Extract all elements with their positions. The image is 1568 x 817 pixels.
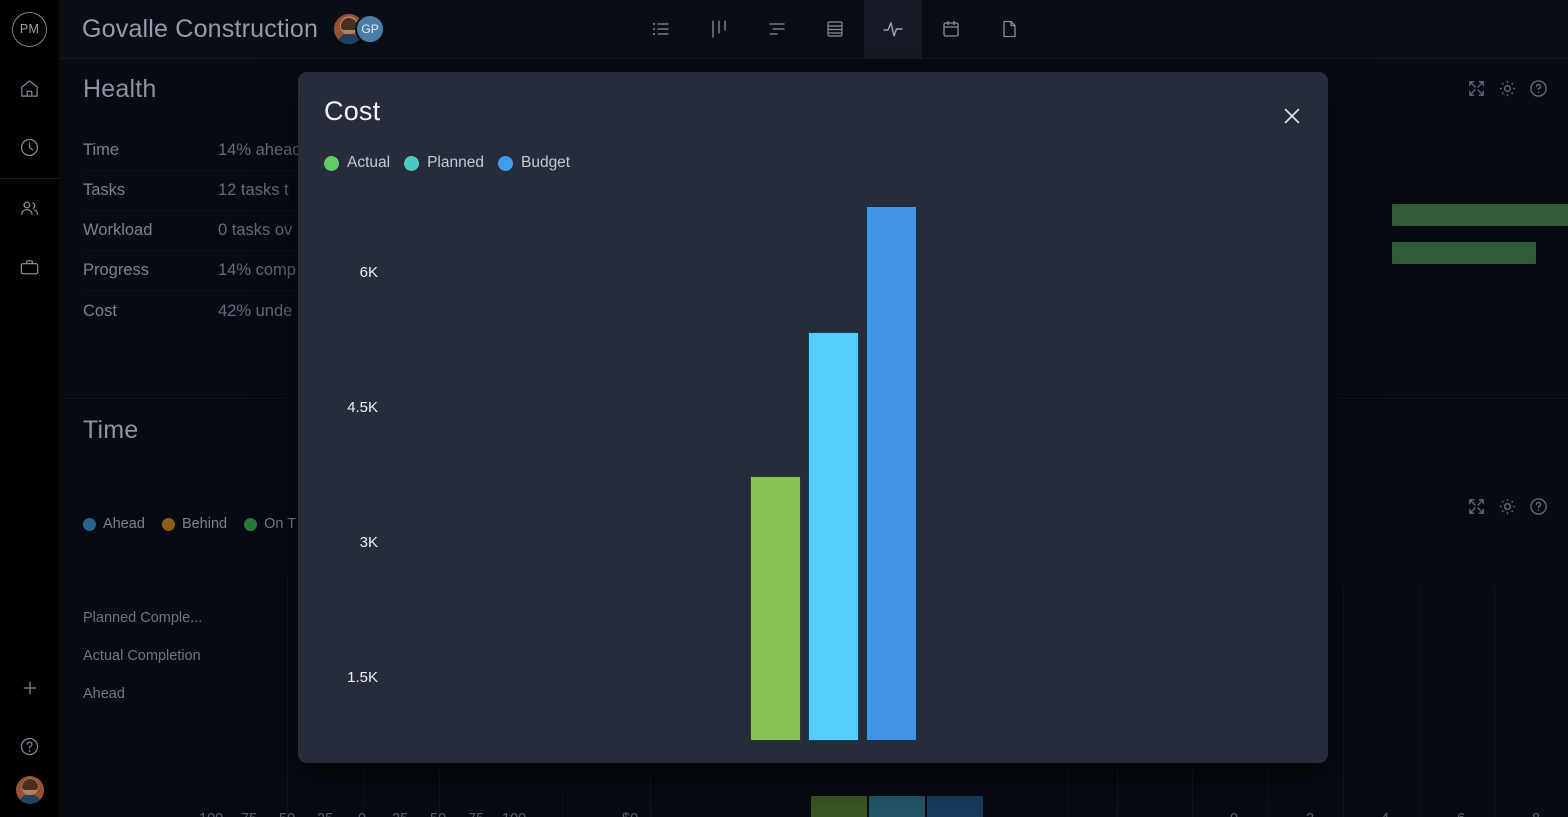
legend-label-actual: Actual bbox=[347, 154, 391, 171]
y-axis-tick: 6K bbox=[359, 264, 378, 281]
bar-series bbox=[750, 191, 920, 741]
bar-actual[interactable] bbox=[750, 475, 801, 741]
y-axis-tick: 1.5K bbox=[347, 669, 378, 686]
bar-planned[interactable] bbox=[808, 331, 859, 741]
legend-item-budget[interactable]: Budget bbox=[497, 154, 571, 172]
legend-item-actual[interactable]: Actual bbox=[324, 154, 390, 172]
legend-item-planned[interactable]: Planned bbox=[404, 154, 484, 172]
y-axis-tick: 4.5K bbox=[347, 399, 378, 416]
legend-dot-planned bbox=[404, 155, 420, 171]
cost-modal: Cost Actual Planned Budget 6K 4.5K 3K 1.… bbox=[298, 72, 1328, 763]
legend-label-budget: Budget bbox=[520, 154, 571, 171]
close-icon[interactable] bbox=[1278, 102, 1306, 130]
y-axis-tick: 3K bbox=[359, 534, 378, 551]
app-root: Health Time 14% ahead Tasks 12 tasks t W… bbox=[0, 0, 1568, 817]
legend-label-planned: Planned bbox=[427, 154, 484, 171]
modal-legend: Actual Planned Budget bbox=[324, 154, 584, 172]
cost-bar-chart: 6K 4.5K 3K 1.5K $0 bbox=[298, 182, 1328, 763]
avatar[interactable]: GP bbox=[355, 14, 386, 44]
bar-budget[interactable] bbox=[866, 205, 917, 741]
legend-dot-actual bbox=[324, 155, 339, 171]
legend-dot-budget bbox=[497, 155, 513, 171]
modal-title: Cost bbox=[324, 96, 381, 126]
